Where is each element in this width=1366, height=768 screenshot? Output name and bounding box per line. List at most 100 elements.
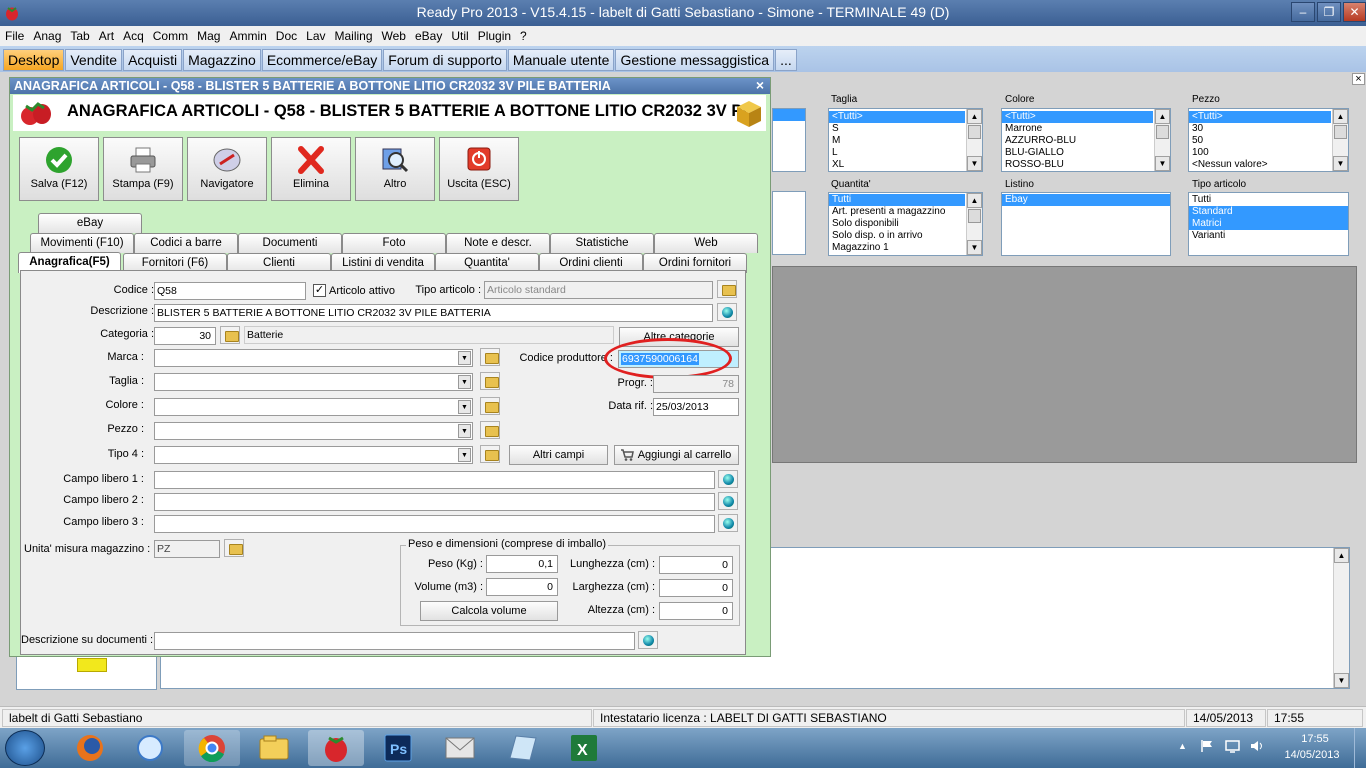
tipo4-folder-icon[interactable] [480, 445, 500, 463]
list-item[interactable]: <Tutti> [1002, 111, 1153, 123]
tipo-articolo-field[interactable]: Articolo standard [484, 281, 713, 299]
list-item[interactable]: Matrici [1189, 218, 1348, 230]
pezzo-folder-icon[interactable] [480, 421, 500, 439]
safari-taskbar-icon[interactable] [122, 730, 178, 766]
filter-list-left[interactable] [772, 108, 806, 172]
firefox-taskbar-icon[interactable] [62, 730, 118, 766]
list-item[interactable]: 30 [1189, 123, 1348, 135]
tab-statistiche[interactable]: Statistiche [550, 233, 654, 253]
menu-web[interactable]: Web [377, 26, 410, 46]
tab-documenti[interactable]: Documenti [238, 233, 342, 253]
list-item[interactable]: Varianti [1189, 230, 1348, 242]
categoria-code-field[interactable]: 30 [154, 327, 216, 345]
chrome-taskbar-icon[interactable] [184, 730, 240, 766]
tab-more[interactable]: ... [775, 49, 797, 71]
list-item[interactable]: <Tutti> [1189, 111, 1331, 123]
dialog-close-button[interactable]: × [752, 78, 768, 94]
scrollbar[interactable]: ▲ ▼ [966, 193, 982, 255]
menu-anag[interactable]: Anag [28, 26, 65, 46]
photoshop-taskbar-icon[interactable]: Ps [370, 730, 426, 766]
tab-forum[interactable]: Forum di supporto [383, 49, 507, 71]
notes-taskbar-icon[interactable] [494, 730, 550, 766]
campo-libero-3-globe-icon[interactable] [718, 514, 738, 532]
aggiungi-carrello-button[interactable]: Aggiungi al carrello [614, 445, 739, 465]
delete-button[interactable]: Elimina [271, 137, 351, 201]
minimize-button[interactable]: – [1291, 2, 1315, 22]
clock-time[interactable]: 17:55 [1290, 733, 1340, 745]
list-item[interactable]: Magazzino 1 [829, 242, 982, 254]
list-item[interactable]: Standard [1189, 206, 1348, 218]
list-item[interactable]: Marrone [1002, 123, 1170, 135]
list-item[interactable]: Tutti [1189, 194, 1348, 206]
peso-field[interactable]: 0,1 [486, 555, 558, 573]
scrollbar[interactable]: ▲ ▼ [1333, 548, 1349, 688]
tab-ecommerce[interactable]: Ecommerce/eBay [261, 49, 383, 71]
lunghezza-field[interactable]: 0 [659, 556, 733, 574]
background-close-icon[interactable]: × [1352, 73, 1365, 85]
taglia-select[interactable]: ▼ [154, 373, 473, 391]
volume-tray-icon[interactable] [1250, 739, 1266, 753]
list-item[interactable]: Tutti [829, 194, 965, 206]
tray-arrow-icon[interactable]: ▲ [1178, 741, 1187, 751]
data-rif-field[interactable]: 25/03/2013 [653, 398, 739, 416]
taglia-folder-icon[interactable] [480, 372, 500, 390]
menu-util[interactable]: Util [446, 26, 472, 46]
menu-mag[interactable]: Mag [192, 26, 224, 46]
colore-folder-icon[interactable] [480, 397, 500, 415]
larghezza-field[interactable]: 0 [659, 579, 733, 597]
flag-tray-icon[interactable] [1200, 739, 1214, 753]
filter-quantita-list[interactable]: Tutti Art. presenti a magazzino Solo dis… [828, 192, 983, 256]
menu-ammin[interactable]: Ammin [224, 26, 270, 46]
list-item[interactable]: 50 [1189, 135, 1348, 147]
menu-art[interactable]: Art [94, 26, 118, 46]
tipo-articolo-folder-icon[interactable] [717, 280, 737, 298]
list-item[interactable]: M [829, 135, 982, 147]
results-grid[interactable] [772, 266, 1357, 463]
calcola-volume-button[interactable]: Calcola volume [420, 601, 558, 621]
menu-mailing[interactable]: Mailing [330, 26, 377, 46]
articolo-attivo-checkbox[interactable]: ✓ [313, 284, 326, 297]
tab-messaggistica[interactable]: Gestione messaggistica [615, 49, 775, 71]
list-item[interactable]: S [829, 123, 982, 135]
filter-taglia-list[interactable]: <Tutti> S M L XL ▲ ▼ [828, 108, 983, 172]
list-item[interactable]: ROSSO-BLU [1002, 159, 1170, 171]
altri-campi-button[interactable]: Altri campi [509, 445, 608, 465]
tab-movimenti[interactable]: Movimenti (F10) [30, 233, 134, 253]
list-item[interactable]: Art. presenti a magazzino [829, 206, 982, 218]
menu-lav[interactable]: Lav [301, 26, 329, 46]
scrollbar[interactable]: ▲ ▼ [1154, 109, 1170, 171]
campo-libero-2-field[interactable] [154, 493, 715, 511]
close-window-button[interactable]: ✕ [1343, 2, 1366, 22]
excel-taskbar-icon[interactable]: X [556, 730, 612, 766]
clock-date[interactable]: 14/05/2013 [1276, 749, 1348, 761]
filter-listino-list[interactable]: Ebay [1001, 192, 1171, 256]
exit-button[interactable]: Uscita (ESC) [439, 137, 519, 201]
menu-doc[interactable]: Doc [271, 26, 301, 46]
tab-web[interactable]: Web [654, 233, 758, 253]
desc-documenti-globe-icon[interactable] [638, 631, 658, 649]
readypro-taskbar-icon[interactable] [308, 730, 364, 766]
campo-libero-1-field[interactable] [154, 471, 715, 489]
desc-documenti-field[interactable] [154, 632, 635, 650]
tab-manuale[interactable]: Manuale utente [507, 49, 615, 71]
list-item[interactable]: Solo disp. o in arrivo [829, 230, 982, 242]
maximize-button[interactable]: ❐ [1317, 2, 1341, 22]
menu-comm[interactable]: Comm [148, 26, 192, 46]
mail-taskbar-icon[interactable] [432, 730, 488, 766]
codice-field[interactable]: Q58 [154, 282, 306, 300]
um-folder-icon[interactable] [224, 539, 244, 557]
tab-ebay[interactable]: eBay [38, 213, 142, 233]
print-button[interactable]: Stampa (F9) [103, 137, 183, 201]
marca-folder-icon[interactable] [480, 348, 500, 366]
list-item[interactable]: L [829, 147, 982, 159]
network-tray-icon[interactable] [1225, 739, 1241, 753]
explorer-taskbar-icon[interactable] [246, 730, 302, 766]
list-item[interactable]: <Nessun valore> [1189, 159, 1348, 171]
categoria-folder-icon[interactable] [220, 326, 240, 344]
list-item[interactable]: BLU-GIALLO [1002, 147, 1170, 159]
navigator-button[interactable]: Navigatore [187, 137, 267, 201]
menu-file[interactable]: File [0, 26, 28, 46]
descrizione-field[interactable]: BLISTER 5 BATTERIE A BOTTONE LITIO CR203… [154, 304, 713, 322]
list-item[interactable]: AZZURRO-BLU [1002, 135, 1170, 147]
filter-list-left-2[interactable] [772, 191, 806, 255]
